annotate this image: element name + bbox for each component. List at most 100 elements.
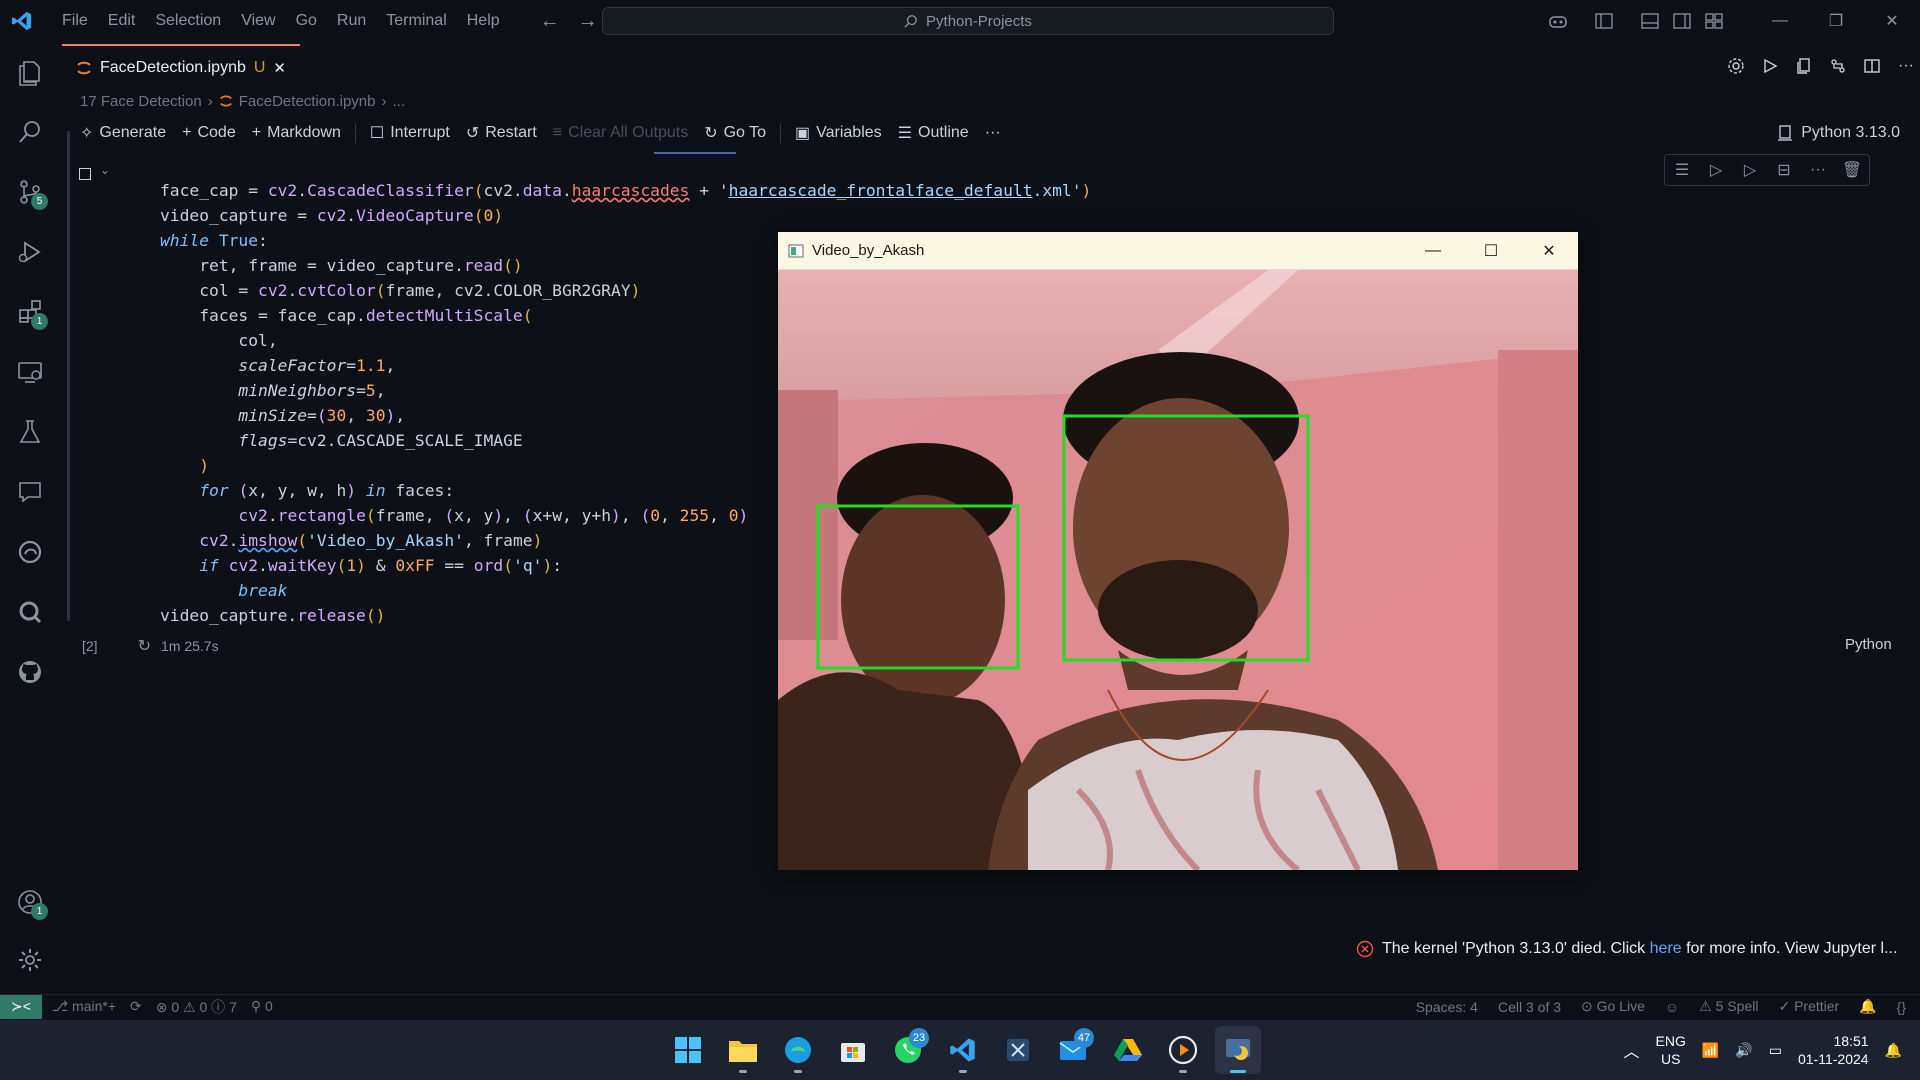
volume-icon[interactable]: 🔊 — [1735, 1042, 1752, 1059]
open-changes-icon[interactable] — [1790, 52, 1818, 80]
outline-button[interactable]: ☰ Outline — [890, 123, 977, 143]
menu-file[interactable]: File — [52, 0, 98, 42]
forward-arrow-icon[interactable]: → — [578, 10, 598, 33]
generate-button[interactable]: ✧ Generate — [72, 123, 174, 143]
remote-indicator-icon[interactable]: ≻< — [0, 994, 42, 1019]
extensions-icon[interactable]: 1 — [10, 292, 50, 332]
language-indicator[interactable]: ENG US — [1656, 1032, 1686, 1068]
breadcrumb-folder[interactable]: 17 Face Detection — [80, 93, 202, 110]
tab-close-icon[interactable]: ✕ — [273, 59, 286, 77]
interrupt-button[interactable]: ☐ Interrupt — [362, 123, 458, 143]
cell-language[interactable]: Python — [1845, 636, 1892, 653]
kernel-picker[interactable]: Python 3.13.0 — [1777, 112, 1900, 154]
braces-icon[interactable]: {} — [1897, 999, 1906, 1015]
execute-above-icon[interactable]: ▷ — [1699, 155, 1733, 185]
more-actions-icon[interactable]: ··· — [1892, 52, 1920, 80]
indentation-indicator[interactable]: Spaces: 4 — [1416, 999, 1478, 1015]
media-player-taskbar[interactable] — [1160, 1026, 1206, 1074]
customize-layout-icon[interactable] — [1698, 13, 1730, 29]
testing-icon[interactable] — [10, 412, 50, 452]
wifi-icon[interactable]: 📶 — [1702, 1042, 1719, 1059]
notebook-settings-icon[interactable] — [1722, 52, 1750, 80]
google-drive-taskbar[interactable] — [1105, 1026, 1151, 1074]
menu-view[interactable]: View — [231, 0, 285, 42]
source-control-icon[interactable]: 5 — [10, 172, 50, 212]
snipping-tool-taskbar[interactable] — [995, 1026, 1041, 1074]
goto-button[interactable]: ↻ Go To — [696, 123, 774, 143]
branch-indicator[interactable]: ⎇ main*+ — [52, 998, 116, 1015]
menu-help[interactable]: Help — [457, 0, 510, 42]
menu-go[interactable]: Go — [286, 0, 327, 42]
add-markdown-button[interactable]: + Markdown — [244, 124, 349, 142]
edge-devtools-icon[interactable] — [10, 532, 50, 572]
sync-icon[interactable]: ⟳ — [130, 998, 142, 1015]
restart-button[interactable]: ↺ Restart — [458, 123, 545, 143]
accounts-icon[interactable]: 1 — [10, 882, 50, 922]
split-cell-icon[interactable]: ⊟ — [1767, 155, 1801, 185]
run-all-icon[interactable] — [1756, 52, 1784, 80]
restore-icon[interactable]: ❐ — [1808, 0, 1864, 42]
problems-indicator[interactable]: ⊗ 0 ⚠ 0 ⓘ 7 — [156, 997, 237, 1017]
menu-run[interactable]: Run — [327, 0, 376, 42]
clock[interactable]: 18:51 01-11-2024 — [1798, 1032, 1869, 1068]
whatsapp-taskbar[interactable]: 23 — [885, 1026, 931, 1074]
notification-link[interactable]: here — [1650, 940, 1682, 957]
toggle-panel-icon[interactable] — [1634, 13, 1666, 29]
more-toolbar-button[interactable]: ··· — [977, 124, 1009, 142]
menu-selection[interactable]: Selection — [145, 0, 231, 42]
remote-explorer-icon[interactable] — [10, 352, 50, 392]
variables-button[interactable]: ▣ Variables — [787, 123, 890, 143]
delete-cell-icon[interactable]: 🗑 — [1835, 155, 1869, 185]
video-window[interactable]: Video_by_Akash — ☐ ✕ — [778, 232, 1578, 870]
menu-terminal[interactable]: Terminal — [376, 0, 456, 42]
video-maximize-icon[interactable]: ☐ — [1462, 232, 1520, 270]
cell-more-icon[interactable]: ··· — [1801, 155, 1835, 185]
ports-indicator[interactable]: ⚲ 0 — [251, 998, 273, 1015]
chevron-down-icon[interactable]: ⌄ — [100, 163, 110, 177]
explorer-icon[interactable] — [10, 52, 50, 92]
tab-facedetection[interactable]: FaceDetection.ipynb U ✕ — [62, 44, 300, 90]
store-taskbar[interactable] — [830, 1026, 876, 1074]
run-debug-icon[interactable] — [10, 232, 50, 272]
copilot-icon[interactable] — [1542, 13, 1574, 29]
chat-icon[interactable] — [10, 472, 50, 512]
cell-collapse-icon[interactable] — [79, 168, 91, 180]
file-explorer-taskbar[interactable] — [720, 1026, 766, 1074]
github-icon[interactable] — [10, 652, 50, 692]
menu-edit[interactable]: Edit — [98, 0, 146, 42]
settings-gear-icon[interactable] — [10, 940, 50, 980]
minimize-icon[interactable]: — — [1752, 0, 1808, 42]
video-window-titlebar[interactable]: Video_by_Akash — ☐ ✕ — [778, 232, 1578, 270]
battery-icon[interactable]: ▭ — [1769, 1042, 1782, 1059]
show-hidden-icons-icon[interactable]: ︿ — [1624, 1038, 1640, 1062]
start-button[interactable] — [665, 1026, 711, 1074]
command-center-search[interactable]: Python-Projects — [602, 7, 1334, 35]
toggle-secondary-sidebar-icon[interactable] — [1666, 13, 1698, 29]
spell-indicator[interactable]: ⚠ 5 Spell — [1699, 998, 1758, 1015]
clear-outputs-button[interactable]: ≡ Clear All Outputs — [545, 124, 696, 142]
cell-indicator[interactable]: Cell 3 of 3 — [1498, 999, 1561, 1015]
search-view-icon[interactable] — [10, 112, 50, 152]
kernel-died-notification[interactable]: The kernel 'Python 3.13.0' died. Click h… — [1356, 940, 1897, 958]
quokka-icon[interactable] — [10, 592, 50, 632]
video-minimize-icon[interactable]: — — [1404, 232, 1462, 270]
notifications-bell-icon[interactable]: 🔔 — [1859, 998, 1876, 1015]
go-live-button[interactable]: ⊙ Go Live — [1581, 998, 1645, 1015]
video-close-icon[interactable]: ✕ — [1520, 232, 1578, 270]
copilot-status-icon[interactable]: ☺ — [1665, 999, 1679, 1015]
mail-taskbar[interactable]: 47 — [1050, 1026, 1096, 1074]
breadcrumb-more[interactable]: ... — [393, 93, 406, 110]
run-by-line-icon[interactable]: ☰ — [1665, 155, 1699, 185]
python-window-taskbar[interactable] — [1215, 1026, 1261, 1074]
breadcrumb-file[interactable]: FaceDetection.ipynb — [239, 93, 376, 110]
toggle-primary-sidebar-icon[interactable] — [1574, 13, 1634, 29]
prettier-indicator[interactable]: ✓ Prettier — [1778, 998, 1839, 1015]
add-code-button[interactable]: + Code — [174, 124, 244, 142]
back-arrow-icon[interactable]: ← — [540, 10, 560, 33]
vscode-taskbar[interactable] — [940, 1026, 986, 1074]
execute-below-icon[interactable]: ▷ — [1733, 155, 1767, 185]
compare-icon[interactable] — [1824, 52, 1852, 80]
split-editor-icon[interactable] — [1858, 52, 1886, 80]
close-icon[interactable]: ✕ — [1864, 0, 1920, 42]
edge-taskbar[interactable] — [775, 1026, 821, 1074]
